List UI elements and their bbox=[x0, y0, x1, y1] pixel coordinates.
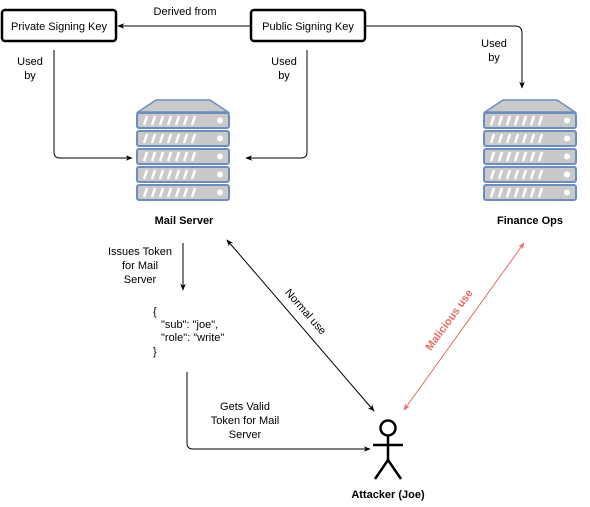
mail-server-node[interactable]: Mail Server bbox=[137, 100, 229, 227]
diagram: Private Signing Key Public Signing Key M… bbox=[0, 6, 590, 502]
issues-token-label: for Mail bbox=[122, 260, 158, 272]
private-key-label: Private Signing Key bbox=[11, 21, 107, 33]
attacker-node[interactable]: Attacker (Joe) bbox=[351, 419, 425, 502]
finance-ops-node[interactable]: Finance Ops bbox=[484, 100, 576, 227]
token-line: } bbox=[153, 346, 157, 358]
gets-token-label: Server bbox=[229, 429, 262, 441]
used-by-label: by bbox=[278, 70, 290, 82]
token-json: { "sub": "joe", "role": "write" } bbox=[153, 306, 224, 358]
issues-token-label: Issues Token bbox=[108, 246, 172, 258]
issues-token-label: Server bbox=[124, 274, 157, 286]
derived-from-label: Derived from bbox=[154, 6, 217, 18]
attacker-label: Attacker (Joe) bbox=[351, 489, 425, 501]
gets-token-label: Gets Valid bbox=[220, 401, 270, 413]
private-to-mail-edge bbox=[53, 50, 133, 161]
used-by-label: Used bbox=[271, 56, 297, 68]
finance-ops-label: Finance Ops bbox=[497, 215, 563, 227]
used-by-label: Used bbox=[17, 56, 43, 68]
used-by-label: by bbox=[24, 70, 36, 82]
gets-token-label: Token for Mail bbox=[211, 415, 279, 427]
normal-use-edge bbox=[226, 239, 375, 412]
server-icon bbox=[137, 100, 229, 200]
person-icon bbox=[373, 419, 403, 480]
used-by-label: Used bbox=[481, 38, 507, 50]
malicious-use-edge bbox=[403, 242, 525, 411]
public-key-label: Public Signing Key bbox=[262, 21, 354, 33]
token-line: { bbox=[153, 306, 157, 318]
malicious-use-label: Malicious use bbox=[424, 288, 476, 353]
server-icon bbox=[484, 100, 576, 200]
token-line: "sub": "joe", bbox=[161, 319, 218, 331]
used-by-label: by bbox=[488, 52, 500, 64]
public-signing-key-node[interactable]: Public Signing Key bbox=[249, 8, 367, 43]
mail-server-label: Mail Server bbox=[155, 215, 214, 227]
private-signing-key-node[interactable]: Private Signing Key bbox=[0, 8, 118, 43]
gets-valid-token-edge bbox=[186, 372, 371, 452]
token-line: "role": "write" bbox=[161, 332, 224, 344]
